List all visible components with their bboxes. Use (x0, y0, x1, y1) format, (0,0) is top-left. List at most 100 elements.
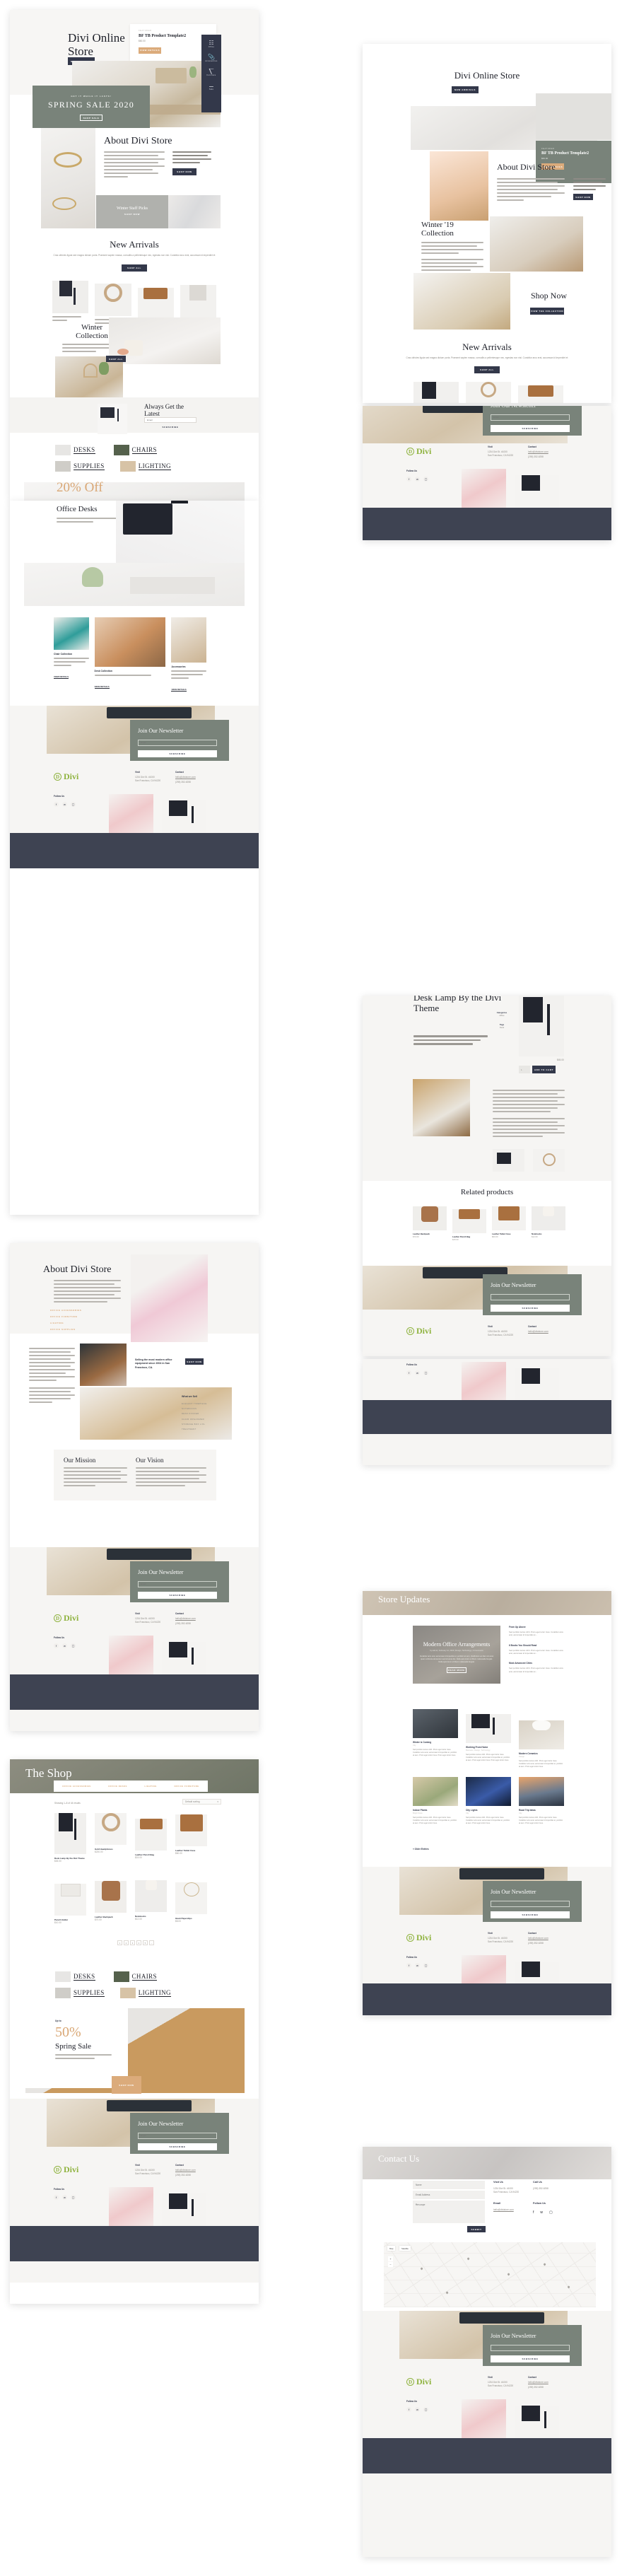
about-shop-now-button[interactable]: SHOP NOW (172, 168, 196, 175)
footer-logo[interactable]: D Divi (406, 1326, 431, 1336)
newsletter-email-input[interactable] (138, 2132, 217, 2139)
footer-logo[interactable]: D Divi (54, 1613, 78, 1624)
page-number[interactable]: 5 (143, 1940, 148, 1945)
twitter-icon[interactable]: w (415, 1963, 420, 1968)
about-link[interactable]: OFFICE FURNITURE (50, 1315, 81, 1318)
page-contact[interactable]: Contact Us SUBMIT Visit Us 1234 Divi St.… (363, 2147, 611, 2557)
page-home-v1-lower[interactable]: Office Desks SHOP NOW Chair Collection V… (10, 501, 259, 1215)
instagram-icon[interactable]: ▢ (71, 802, 76, 807)
blog-post-card[interactable]: Indoor Plants Bright Store Sed porttitor… (413, 1777, 458, 1825)
map-zoom-in-button[interactable]: + (388, 2256, 393, 2261)
footer-logo[interactable]: D Divi (54, 2164, 78, 2175)
category-link-supplies[interactable]: SUPPLIES (55, 461, 105, 472)
footer-logo[interactable]: D Divi (406, 2377, 431, 2387)
category-link-supplies[interactable]: SUPPLIES (55, 1988, 105, 1998)
facebook-icon[interactable]: f (406, 477, 411, 482)
footer-logo[interactable]: D Divi (406, 1933, 431, 1943)
about-link[interactable]: OFFICE SUPPLIES (50, 1328, 81, 1331)
contact-submit-button[interactable]: SUBMIT (467, 2226, 486, 2232)
footer-contact-email[interactable]: hello@divistore.com (528, 1937, 570, 1940)
footer-logo[interactable]: D Divi (406, 446, 431, 457)
collection-link[interactable]: VIEW DETAILS (171, 688, 187, 692)
gallery-thumb[interactable] (533, 1149, 565, 1172)
collection-card[interactable]: Accessories VIEW DETAILS (171, 617, 206, 694)
category-sidebar-nav[interactable]: ☷ Office 📎 Accessories ⎲ Furniture ⚊ Sal… (201, 35, 221, 112)
instagram-icon[interactable]: ▢ (423, 1963, 428, 1968)
shop-pagination[interactable]: 1 2 3 4 5 → (117, 1940, 154, 1945)
contact-message-input[interactable] (413, 2201, 485, 2223)
instagram-icon[interactable]: ▢ (423, 1370, 428, 1375)
newsletter-email-input[interactable] (491, 1900, 570, 1907)
blog-older-entries-link[interactable]: « Older Entries (413, 1848, 429, 1851)
category-link-chairs[interactable]: CHAIRS (113, 445, 157, 455)
newsletter-subscribe-button[interactable]: SUBSCRIBE (491, 1911, 570, 1918)
facebook-icon[interactable]: f (533, 2210, 534, 2215)
contact-name-input[interactable] (413, 2181, 485, 2189)
newsletter-subscribe-button[interactable]: SUBSCRIBE (491, 425, 570, 432)
shop-product-card[interactable]: Leather Tablet Case $60.00 (175, 1807, 207, 1863)
sidebar-nav-item[interactable]: ⎲ Furniture (201, 69, 221, 77)
collection-card[interactable]: Chair Collection VIEW DETAILS (54, 617, 89, 681)
product-card[interactable] (466, 378, 511, 403)
blog-post-card[interactable]: Winter is Coming City Sed porttitor lect… (413, 1709, 458, 1768)
instagram-icon[interactable]: ▢ (71, 2195, 76, 2200)
footer-contact-email[interactable]: hello@divistore.com (175, 1617, 218, 1621)
instagram-icon[interactable]: ▢ (71, 1643, 76, 1648)
footer-contact-email[interactable]: hello@divistore.com (528, 2381, 570, 2384)
shop-nav-item[interactable]: OFFICE ACCESSORIES (62, 1785, 90, 1788)
page-home-v2-footer[interactable]: Join Our Newsletter SUBSCRIBE D Divi Vis… (363, 406, 611, 540)
instagram-icon[interactable]: ▢ (423, 2407, 428, 2412)
facebook-icon[interactable]: f (54, 802, 59, 807)
twitter-icon[interactable]: w (540, 2210, 543, 2215)
sidebar-nav-item[interactable]: ☷ Office (201, 40, 221, 49)
about-link[interactable]: OFFICE ACCESSORIES (50, 1309, 81, 1312)
footer-contact-email[interactable]: hello@divistore.com (528, 450, 570, 454)
signup-subscribe-button[interactable]: SUBSCRIBE (144, 426, 196, 429)
twitter-icon[interactable]: w (415, 477, 420, 482)
blog-read-more-button[interactable]: READ MORE (447, 1667, 466, 1673)
footer-contact-email[interactable]: hello@divistore.com (175, 2169, 218, 2172)
page-number[interactable]: 4 (136, 1940, 141, 1945)
shop-product-card[interactable]: Leather Backpack $70.00 (95, 1874, 127, 1924)
category-link-lighting[interactable]: LIGHTING (119, 461, 171, 472)
hero-new-arrivals-button[interactable]: NEW ARRIVALS (452, 86, 479, 93)
twitter-icon[interactable]: w (415, 1370, 420, 1375)
related-product-card[interactable]: Notebooks $12.00 (532, 1201, 565, 1241)
shop-nav-item[interactable]: OFFICE FURNITURE (174, 1785, 199, 1788)
shop-product-card[interactable]: Notebooks $12.00 (135, 1874, 167, 1924)
about-link[interactable]: LIGHTING (50, 1322, 81, 1324)
facebook-icon[interactable]: f (406, 1963, 411, 1968)
blog-featured-card[interactable]: Modern Office Arrangements by admin | Fe… (413, 1626, 500, 1684)
blog-post-card[interactable]: Road Trip Ideas City Sed porttitor lectu… (519, 1777, 564, 1825)
category-link-desks[interactable]: DESKS (55, 445, 95, 455)
instagram-icon[interactable]: ▢ (423, 477, 428, 482)
page-number[interactable]: 3 (130, 1940, 135, 1945)
shop-product-card[interactable]: Giant Paperclips $8.00 (175, 1874, 207, 1924)
sidebar-nav-item[interactable]: 📎 Accessories (201, 54, 221, 63)
category-link-chairs[interactable]: CHAIRS (113, 1971, 157, 1982)
contact-map[interactable]: Map Satellite + − (384, 2242, 596, 2307)
shop-product-card[interactable]: Pencil Holder $10.00 (54, 1874, 86, 1924)
contact-email-input[interactable] (413, 2191, 485, 2199)
shop-product-card[interactable]: Leather Pencil Bag $15.00 (135, 1807, 167, 1863)
twitter-icon[interactable]: w (62, 1643, 67, 1648)
footer-contact-email[interactable]: hello@divistore.com (175, 776, 218, 779)
twitter-icon[interactable]: w (415, 2407, 420, 2412)
product-card[interactable] (413, 378, 459, 403)
winter-shop-all-button[interactable]: SHOP ALL (106, 356, 126, 362)
shop-product-card[interactable]: Gold Headphones $230.00 (95, 1807, 127, 1863)
product-card[interactable] (52, 276, 89, 330)
page-home-v2[interactable]: Divi Online Store NEW ARRIVALS FEATURED … (363, 44, 611, 403)
shop-nav-item[interactable]: OFFICE DESKS (108, 1785, 127, 1788)
page-about[interactable]: About Divi Store OFFICE ACCESSORIES OFFI… (10, 1243, 259, 1731)
newsletter-email-input[interactable] (491, 414, 570, 421)
blog-post-card[interactable]: Modern Ceramics Design Sed porttitor lec… (519, 1709, 564, 1768)
collection-link[interactable]: VIEW DETAILS (94, 685, 110, 689)
newsletter-subscribe-button[interactable]: SUBSCRIBE (491, 2355, 570, 2362)
newsletter-email-input[interactable] (491, 1293, 570, 1300)
shopnow-view-collection-button[interactable]: VIEW THE COLLECTION (530, 308, 564, 315)
map-tab[interactable]: Map (387, 2246, 396, 2251)
sidebar-nav-item[interactable]: ⚊ Sale (201, 83, 221, 91)
new-arrivals-shop-all-button[interactable]: SHOP ALL (474, 366, 500, 373)
twitter-icon[interactable]: w (62, 2195, 67, 2200)
